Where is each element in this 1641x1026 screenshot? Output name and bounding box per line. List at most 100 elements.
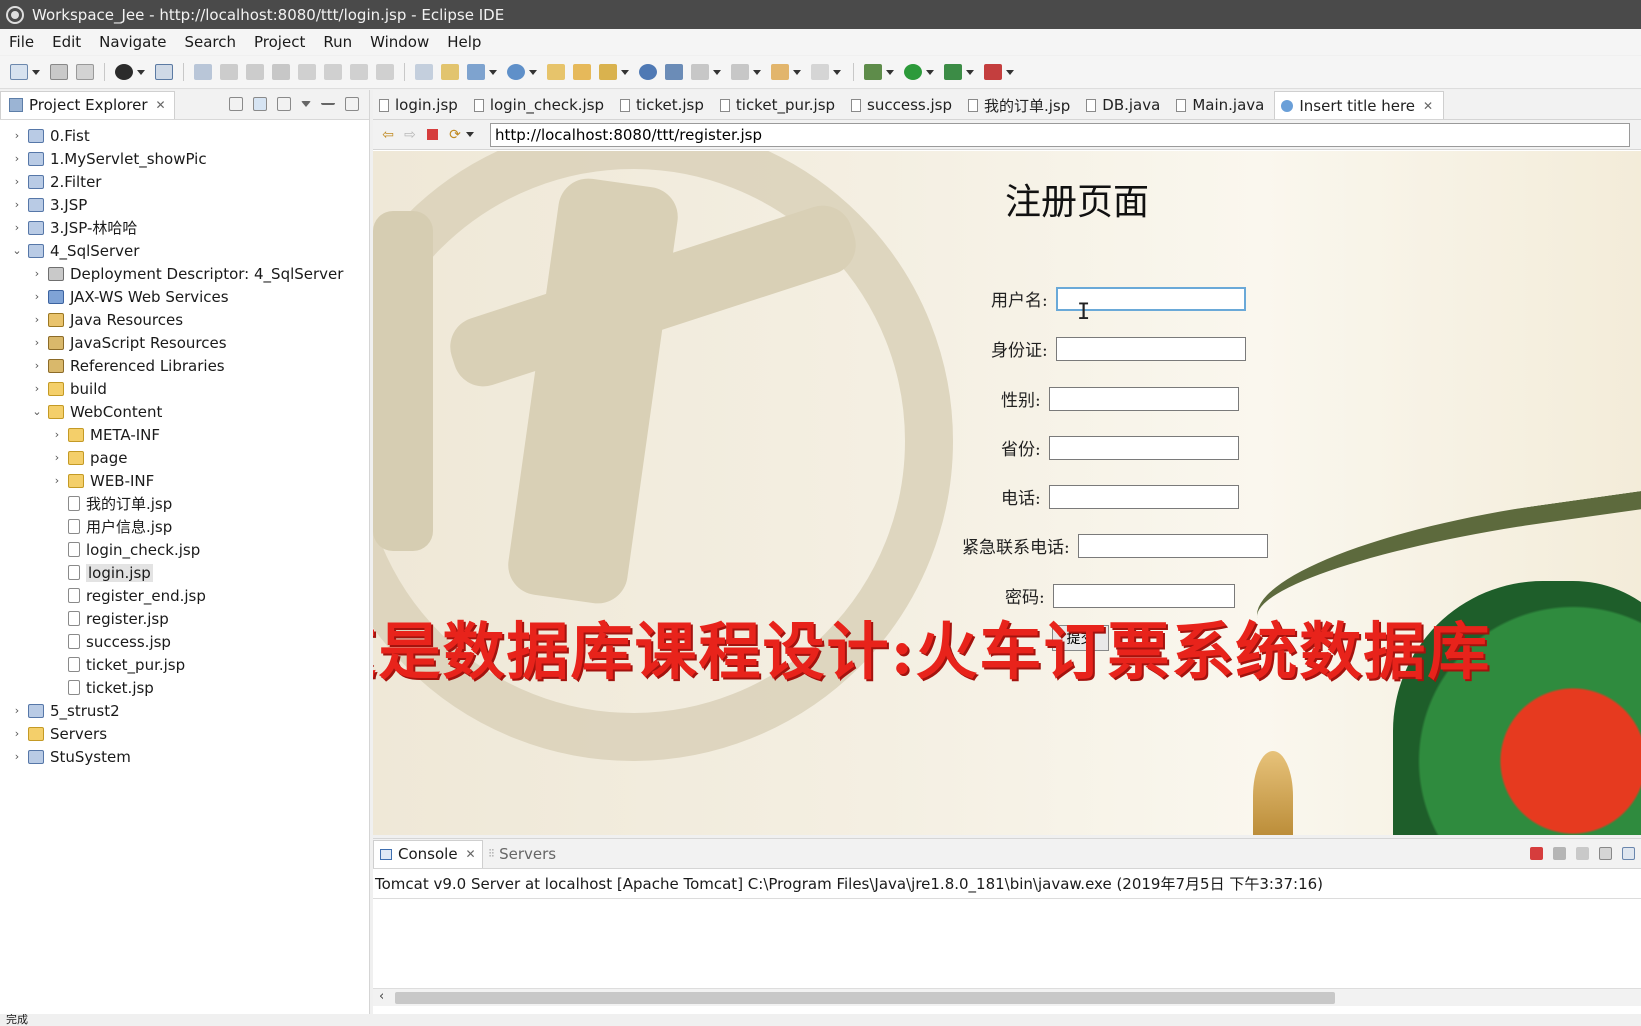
tree-item[interactable]: › 2.Filter bbox=[0, 170, 369, 193]
scrollbar-thumb[interactable] bbox=[395, 992, 1335, 1004]
url-input[interactable] bbox=[490, 122, 1630, 147]
province-input[interactable] bbox=[1048, 435, 1239, 460]
tree-item[interactable]: 我的订单.jsp bbox=[0, 492, 369, 515]
tree-item[interactable]: › 0.Fist bbox=[0, 124, 369, 147]
remove-launch-icon[interactable] bbox=[1553, 847, 1566, 860]
coverage-icon[interactable] bbox=[944, 64, 962, 80]
save-all-icon[interactable] bbox=[76, 64, 94, 80]
coverage-dropdown-icon[interactable] bbox=[966, 69, 974, 75]
editor-tab[interactable]: success.jsp bbox=[845, 91, 962, 119]
chevron-right-icon[interactable]: › bbox=[30, 267, 44, 280]
use-step-filters-icon[interactable] bbox=[415, 64, 433, 80]
forward-icon[interactable]: ⇨ bbox=[402, 128, 418, 142]
chevron-right-icon[interactable]: › bbox=[10, 704, 24, 717]
tree-item[interactable]: › JAX-WS Web Services bbox=[0, 285, 369, 308]
chevron-right-icon[interactable]: › bbox=[30, 336, 44, 349]
clear-console-icon[interactable] bbox=[1599, 847, 1612, 860]
chevron-right-icon[interactable]: › bbox=[10, 198, 24, 211]
new-server-icon[interactable] bbox=[467, 64, 485, 80]
web-services-icon[interactable] bbox=[665, 64, 683, 80]
tree-item[interactable]: login.jsp bbox=[0, 561, 369, 584]
suspend-icon[interactable] bbox=[246, 64, 264, 80]
refresh-icon[interactable]: ⟳ bbox=[447, 128, 463, 142]
editor-tab[interactable]: ticket.jsp bbox=[614, 91, 714, 119]
chevron-down-icon[interactable]: ⌄ bbox=[10, 244, 24, 257]
tree-item[interactable]: ⌄ WebContent bbox=[0, 400, 369, 423]
external-tools-dropdown-icon[interactable] bbox=[1006, 69, 1014, 75]
menu-run[interactable]: Run bbox=[314, 33, 361, 51]
editor-tab[interactable]: DB.java bbox=[1080, 91, 1170, 119]
browser-menu-dropdown-icon[interactable] bbox=[466, 132, 474, 137]
search-tool-icon[interactable] bbox=[599, 64, 617, 80]
view-menu-icon[interactable] bbox=[301, 101, 311, 107]
open-task-icon[interactable] bbox=[441, 64, 459, 80]
disconnect-icon[interactable] bbox=[298, 64, 316, 80]
tree-item[interactable]: › Deployment Descriptor: 4_SqlServer bbox=[0, 262, 369, 285]
tree-item[interactable]: › Referenced Libraries bbox=[0, 354, 369, 377]
new-server-dropdown-icon[interactable] bbox=[489, 69, 497, 75]
terminal-icon[interactable] bbox=[155, 64, 173, 80]
back-icon[interactable]: ⇦ bbox=[380, 128, 396, 142]
tree-item[interactable]: › META-INF bbox=[0, 423, 369, 446]
scroll-left-icon[interactable]: ‹ bbox=[379, 989, 384, 1004]
tree-item[interactable]: › 3.JSP-林哈哈 bbox=[0, 216, 369, 239]
profile-dropdown-icon[interactable] bbox=[137, 69, 145, 75]
phone-input[interactable] bbox=[1048, 484, 1239, 509]
chevron-right-icon[interactable]: › bbox=[30, 359, 44, 372]
step-into-icon[interactable] bbox=[324, 64, 342, 80]
new-java-class-dropdown-icon[interactable] bbox=[529, 69, 537, 75]
new-icon[interactable] bbox=[10, 64, 28, 80]
tab-servers[interactable]: ⫶⫶ Servers bbox=[483, 840, 563, 868]
menu-project[interactable]: Project bbox=[245, 33, 314, 51]
menu-file[interactable]: File bbox=[0, 33, 43, 51]
editor-tab[interactable]: login_check.jsp bbox=[468, 91, 614, 119]
tree-item[interactable]: › 3.JSP bbox=[0, 193, 369, 216]
external-tools-icon[interactable] bbox=[984, 64, 1002, 80]
debug-dropdown-icon[interactable] bbox=[886, 69, 894, 75]
chevron-right-icon[interactable]: › bbox=[50, 428, 64, 441]
forward-icon[interactable] bbox=[811, 64, 829, 80]
filter-icon[interactable] bbox=[277, 97, 291, 111]
open-resource-icon[interactable] bbox=[573, 64, 591, 80]
tree-item[interactable]: › JavaScript Resources bbox=[0, 331, 369, 354]
chevron-right-icon[interactable]: › bbox=[50, 451, 64, 464]
step-return-icon[interactable] bbox=[376, 64, 394, 80]
stop-icon[interactable] bbox=[427, 129, 438, 140]
close-icon[interactable]: ✕ bbox=[466, 847, 476, 861]
annotation-dropdown-icon[interactable] bbox=[713, 69, 721, 75]
tree-item[interactable]: ticket_pur.jsp bbox=[0, 653, 369, 676]
link-with-editor-icon[interactable] bbox=[253, 97, 267, 111]
menu-edit[interactable]: Edit bbox=[43, 33, 90, 51]
menu-search[interactable]: Search bbox=[175, 33, 245, 51]
chevron-right-icon[interactable]: › bbox=[30, 382, 44, 395]
tree-item[interactable]: register_end.jsp bbox=[0, 584, 369, 607]
horizontal-scrollbar[interactable]: ‹ bbox=[373, 988, 1641, 1006]
resume-icon[interactable] bbox=[220, 64, 238, 80]
debug-icon[interactable] bbox=[864, 64, 882, 80]
back-dropdown-icon[interactable] bbox=[793, 69, 801, 75]
save-icon[interactable] bbox=[50, 64, 68, 80]
editor-tab[interactable]: login.jsp bbox=[373, 91, 468, 119]
tree-item[interactable]: › build bbox=[0, 377, 369, 400]
tree-item[interactable]: › Java Resources bbox=[0, 308, 369, 331]
tree-item[interactable]: › page bbox=[0, 446, 369, 469]
tree-item[interactable]: › 1.MyServlet_showPic bbox=[0, 147, 369, 170]
open-type-icon[interactable] bbox=[547, 64, 565, 80]
remove-all-icon[interactable] bbox=[1576, 847, 1589, 860]
idcard-input[interactable] bbox=[1055, 336, 1246, 361]
new-java-class-icon[interactable] bbox=[507, 64, 525, 80]
scroll-lock-icon[interactable] bbox=[1622, 847, 1635, 860]
emergency-phone-input[interactable] bbox=[1077, 533, 1268, 558]
tree-item[interactable]: › WEB-INF bbox=[0, 469, 369, 492]
next-annotation-icon[interactable] bbox=[731, 64, 749, 80]
minimize-icon[interactable] bbox=[321, 97, 335, 105]
tree-item[interactable]: success.jsp bbox=[0, 630, 369, 653]
back-icon[interactable] bbox=[771, 64, 789, 80]
forward-dropdown-icon[interactable] bbox=[833, 69, 841, 75]
new-dropdown-icon[interactable] bbox=[32, 69, 40, 75]
chevron-right-icon[interactable]: › bbox=[10, 727, 24, 740]
step-over-icon[interactable] bbox=[350, 64, 368, 80]
chevron-right-icon[interactable]: › bbox=[10, 129, 24, 142]
run-icon[interactable] bbox=[904, 64, 922, 80]
skip-breakpoints-icon[interactable] bbox=[194, 64, 212, 80]
